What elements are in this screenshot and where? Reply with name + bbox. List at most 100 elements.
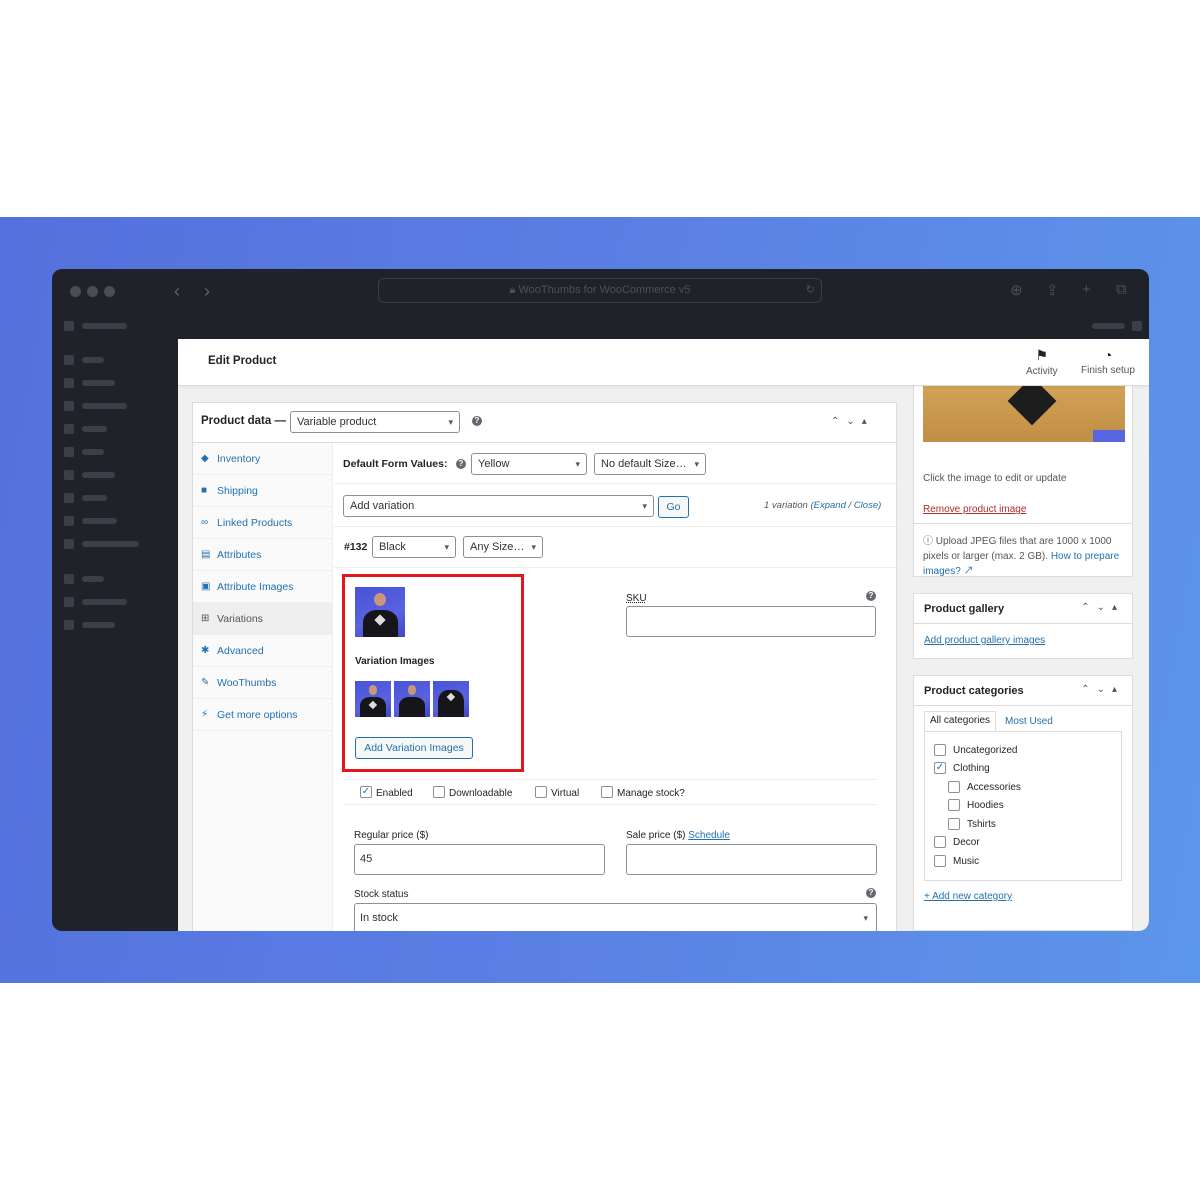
new-tab-icon[interactable]: + xyxy=(1082,281,1091,298)
forward-icon[interactable]: › xyxy=(204,281,210,302)
panel-order-arrows[interactable]: ⌃⌄▴ xyxy=(831,416,874,427)
finish-setup-button[interactable]: ◔ Finish setup xyxy=(1081,347,1135,376)
menu-placeholder[interactable] xyxy=(82,495,107,501)
add-variation-select[interactable]: Add variation ▾ xyxy=(343,495,654,517)
stock-status-value: In stock xyxy=(360,912,398,924)
menu-placeholder[interactable] xyxy=(82,541,139,547)
tab-inventory[interactable]: ◆ Inventory xyxy=(193,443,333,475)
tab-woothumbs[interactable]: ✎ WooThumbs xyxy=(193,667,333,699)
menu-placeholder[interactable] xyxy=(82,380,115,386)
downloadable-checkbox[interactable] xyxy=(433,786,445,798)
variation-color-select[interactable]: Black ▾ xyxy=(372,536,456,558)
default-color-value: Yellow xyxy=(478,458,510,470)
menu-placeholder[interactable] xyxy=(82,599,127,605)
menu-icon[interactable] xyxy=(64,597,74,607)
product-data-label: Product data — xyxy=(201,415,286,427)
add-variation-images-button[interactable]: Add Variation Images xyxy=(355,737,473,759)
product-image-card: Click the image to edit or update Remove… xyxy=(913,369,1133,577)
menu-icon[interactable] xyxy=(64,493,74,503)
close-link[interactable]: Close xyxy=(854,500,878,511)
tab-variations[interactable]: ⊞ Variations xyxy=(193,603,333,635)
tab-get-more-options[interactable]: ⚡︎ Get more options xyxy=(193,699,333,731)
close-window-dot[interactable] xyxy=(70,286,81,297)
add-gallery-images-link[interactable]: Add product gallery images xyxy=(924,635,1045,646)
tab-attributes[interactable]: ▤ Attributes xyxy=(193,539,333,571)
expand-link[interactable]: Expand xyxy=(814,500,846,511)
menu-icon[interactable] xyxy=(64,620,74,630)
menu-placeholder[interactable] xyxy=(82,518,117,524)
help-icon[interactable]: ? xyxy=(866,591,876,601)
menu-placeholder[interactable] xyxy=(82,622,115,628)
page-title: Edit Product xyxy=(208,355,277,367)
menu-placeholder[interactable] xyxy=(82,357,104,363)
regular-price-input[interactable]: 45 xyxy=(354,844,605,875)
address-bar[interactable]: 🔒︎ WooThumbs for WooCommerce v5 ↻ xyxy=(378,278,822,303)
menu-icon[interactable] xyxy=(64,516,74,526)
menu-placeholder[interactable] xyxy=(82,576,104,582)
variation-image-thumb[interactable] xyxy=(355,681,391,717)
stock-status-select[interactable]: In stock ▾ xyxy=(354,903,877,931)
image-head xyxy=(368,685,378,695)
panel-order-arrows[interactable]: ⌃⌄▴ xyxy=(1081,684,1124,695)
category-label: Tshirts xyxy=(967,819,996,830)
variation-main-image[interactable] xyxy=(355,587,405,637)
virtual-checkbox[interactable] xyxy=(535,786,547,798)
menu-icon[interactable] xyxy=(64,378,74,388)
enabled-checkbox[interactable]: ✓ xyxy=(360,786,372,798)
tab-shipping[interactable]: ■ Shipping xyxy=(193,475,333,507)
menu-placeholder[interactable] xyxy=(82,403,127,409)
tabs-overview-icon[interactable]: ⧉ xyxy=(1116,281,1127,298)
menu-placeholder[interactable] xyxy=(82,449,104,455)
menu-icon[interactable] xyxy=(64,424,74,434)
chevron-down-icon: ▾ xyxy=(448,417,453,427)
menu-icon[interactable] xyxy=(64,470,74,480)
minimize-window-dot[interactable] xyxy=(87,286,98,297)
category-label: Clothing xyxy=(953,763,990,774)
variation-size-select[interactable]: Any Size… ▾ xyxy=(463,536,543,558)
remove-product-image-link[interactable]: Remove product image xyxy=(923,504,1026,515)
default-size-select[interactable]: No default Size… ▾ xyxy=(594,453,706,475)
menu-icon[interactable] xyxy=(64,401,74,411)
category-checkbox[interactable] xyxy=(934,836,946,848)
download-icon[interactable]: ⊕ xyxy=(1010,281,1023,299)
activity-label: Activity xyxy=(1026,366,1058,377)
product-type-select[interactable]: Variable product ▾ xyxy=(290,411,460,433)
go-button[interactable]: Go xyxy=(658,496,689,518)
category-checkbox[interactable]: ✓ xyxy=(934,762,946,774)
menu-icon[interactable] xyxy=(64,574,74,584)
manage-stock-checkbox[interactable] xyxy=(601,786,613,798)
wrench-icon: ✎ xyxy=(201,677,210,688)
back-icon[interactable]: ‹ xyxy=(174,281,180,302)
reload-icon[interactable]: ↻ xyxy=(806,279,815,302)
sku-input[interactable] xyxy=(626,606,876,637)
category-checkbox[interactable] xyxy=(934,855,946,867)
variation-image-thumb[interactable] xyxy=(394,681,430,717)
menu-placeholder[interactable] xyxy=(82,472,115,478)
category-checkbox[interactable] xyxy=(948,799,960,811)
variation-image-thumb[interactable] xyxy=(433,681,469,717)
add-new-category-link[interactable]: + Add new category xyxy=(924,891,1012,902)
tab-all-categories[interactable]: All categories xyxy=(924,711,996,731)
tab-linked-products[interactable]: ∞ Linked Products xyxy=(193,507,333,539)
category-checkbox[interactable] xyxy=(948,781,960,793)
default-color-select[interactable]: Yellow ▾ xyxy=(471,453,587,475)
category-checkbox[interactable] xyxy=(934,744,946,756)
menu-placeholder[interactable] xyxy=(82,426,107,432)
tab-advanced[interactable]: ✱ Advanced xyxy=(193,635,333,667)
schedule-link[interactable]: Schedule xyxy=(688,830,730,841)
maximize-window-dot[interactable] xyxy=(104,286,115,297)
menu-icon[interactable] xyxy=(64,539,74,549)
share-icon[interactable]: ⇪ xyxy=(1046,281,1059,299)
menu-icon[interactable] xyxy=(64,355,74,365)
sale-price-input[interactable] xyxy=(626,844,877,875)
help-icon[interactable]: ? xyxy=(456,459,466,469)
tab-attribute-images[interactable]: ▣ Attribute Images xyxy=(193,571,333,603)
help-icon[interactable]: ? xyxy=(866,888,876,898)
help-icon[interactable]: ? xyxy=(472,416,482,426)
menu-icon[interactable] xyxy=(64,447,74,457)
panel-order-arrows[interactable]: ⌃⌄▴ xyxy=(1081,602,1124,613)
category-label: Decor xyxy=(953,837,980,848)
activity-button[interactable]: ⚑ Activity xyxy=(1026,347,1058,377)
tab-most-used[interactable]: Most Used xyxy=(1005,716,1053,727)
category-checkbox[interactable] xyxy=(948,818,960,830)
